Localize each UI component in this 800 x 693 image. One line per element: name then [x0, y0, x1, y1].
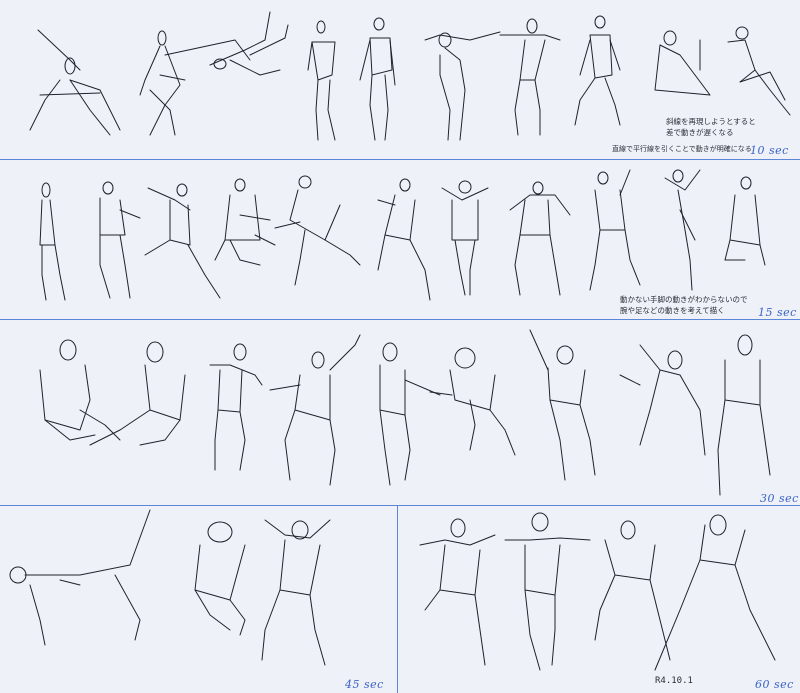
- figure-row3-5: [379, 342, 441, 486]
- figure-row2-8: [509, 181, 571, 296]
- figure-row3-9: [717, 334, 771, 496]
- figure-row4-5: [504, 512, 591, 671]
- figure-row1-5: [359, 17, 396, 141]
- figure-row1-2: [139, 30, 251, 136]
- figure-row4-4: [419, 518, 496, 666]
- figure-row1-7: [499, 18, 561, 136]
- figure-row2-5: [274, 175, 361, 286]
- gesture-sketch-sheet: 斜線を再現しようとすると 差で動きが遅くなる 直線で平行線を引くことで動きが明確…: [0, 0, 800, 693]
- figure-row1-3: [209, 11, 289, 76]
- figure-row4-2: [194, 521, 246, 636]
- figure-row3-7: [529, 329, 596, 481]
- figure-row2-6: [377, 178, 431, 301]
- figure-row1-6: [424, 31, 501, 141]
- figure-row4-6: [594, 520, 671, 661]
- figure-row3-1: [39, 339, 121, 441]
- figure-row2-7: [441, 180, 489, 296]
- figure-row3-6: [429, 347, 516, 456]
- gesture-drawings: [9, 11, 791, 671]
- figure-row1-8: [574, 15, 621, 126]
- figure-row3-3: [209, 343, 263, 471]
- figure-row2-9: [589, 169, 641, 291]
- figure-row2-10: [664, 169, 701, 291]
- figure-row2-2: [99, 181, 141, 299]
- figure-row3-4: [269, 334, 361, 486]
- figure-row4-3: [261, 519, 331, 666]
- figure-row1-9: [654, 30, 711, 96]
- figure-row1-1: [29, 29, 121, 136]
- figure-row2-4: [214, 178, 276, 266]
- figure-row2-11: [724, 176, 766, 266]
- figure-row3-2: [89, 341, 186, 446]
- figure-row4-7: [654, 514, 776, 671]
- figure-row2-1: [39, 182, 66, 301]
- figure-row2-3: [144, 183, 221, 299]
- figure-row4-1: [9, 509, 151, 646]
- figure-row3-8: [619, 344, 706, 456]
- figure-row1-10: [727, 26, 791, 116]
- figure-row1-4: [307, 20, 336, 141]
